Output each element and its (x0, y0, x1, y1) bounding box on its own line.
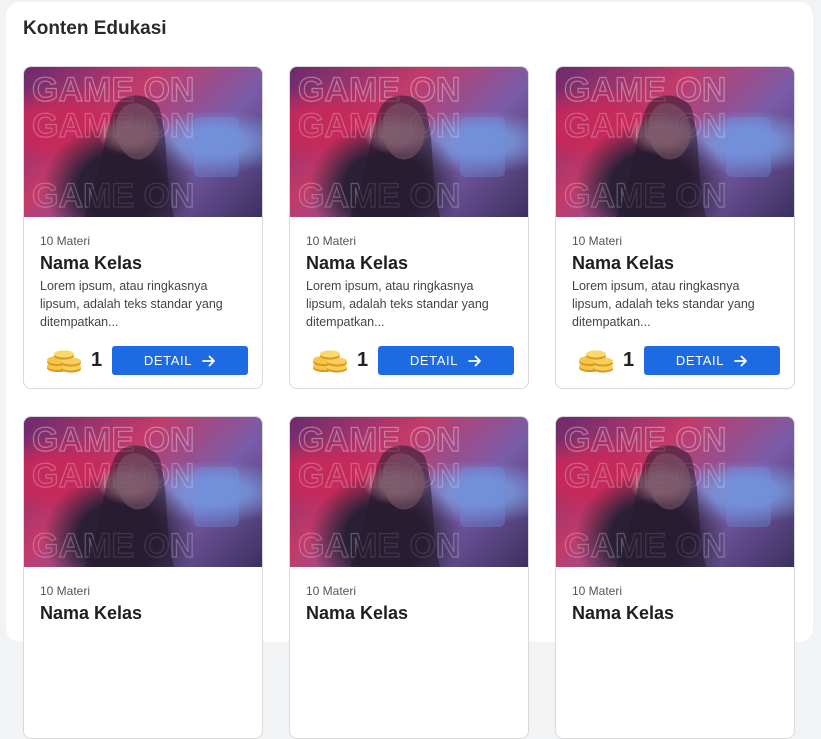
course-thumbnail: GAME ON GAME ON GAME ON (24, 67, 262, 217)
course-name: Nama Kelas (572, 253, 675, 273)
arrow-right-icon (468, 354, 482, 368)
thumb-watermark-text: GAME ON (298, 421, 460, 459)
course-description: Lorem ipsum, atau ringkasnya lipsum, ada… (572, 279, 755, 329)
detail-button[interactable]: DETAIL (112, 346, 248, 375)
thumb-watermark-text: GAME ON (564, 421, 726, 459)
arrow-right-icon (734, 354, 748, 368)
arrow-right-icon (202, 354, 216, 368)
course-description: Lorem ipsum, atau ringkasnya lipsum, ada… (306, 279, 489, 329)
materi-count: 10 Materi (306, 234, 357, 248)
materi-count: 10 Materi (40, 234, 91, 248)
course-name: Nama Kelas (40, 603, 143, 623)
points-value: 1 (91, 349, 103, 371)
course-card[interactable]: GAME ON GAME ON GAME ON 10 Materi Nama K… (289, 66, 529, 389)
materi-count: 10 Materi (572, 584, 623, 598)
course-card[interactable]: GAME ON GAME ON GAME ON 10 Materi Nama K… (555, 66, 795, 389)
course-name: Nama Kelas (40, 253, 143, 273)
course-name: Nama Kelas (572, 603, 675, 623)
materi-count: 10 Materi (40, 584, 91, 598)
course-card[interactable]: GAME ON GAME ON GAME ON 10 Materi Nama K… (289, 416, 529, 739)
course-name: Nama Kelas (306, 603, 409, 623)
detail-button[interactable]: DETAIL (378, 346, 514, 375)
thumb-watermark-text: GAME ON (32, 71, 194, 109)
course-thumbnail: GAME ON GAME ON GAME ON (290, 67, 528, 217)
points-value: 1 (623, 349, 635, 371)
points-value: 1 (357, 349, 369, 371)
course-thumbnail: GAME ON GAME ON GAME ON (556, 417, 794, 567)
detail-button[interactable]: DETAIL (644, 346, 780, 375)
course-description: Lorem ipsum, atau ringkasnya lipsum, ada… (40, 279, 223, 329)
course-card[interactable]: GAME ON GAME ON GAME ON 10 Materi Nama K… (555, 416, 795, 739)
thumb-watermark-text: GAME ON (298, 71, 460, 109)
section-title: Konten Edukasi (23, 18, 167, 39)
course-card[interactable]: GAME ON GAME ON GAME ON 10 Materi Nama K… (23, 66, 263, 389)
materi-count: 10 Materi (572, 234, 623, 248)
coin-stack-icon (576, 344, 616, 374)
thumb-watermark-text: GAME ON (564, 71, 726, 109)
coin-stack-icon (44, 344, 84, 374)
course-card[interactable]: GAME ON GAME ON GAME ON 10 Materi Nama K… (23, 416, 263, 739)
detail-button-label: DETAIL (143, 353, 193, 368)
detail-button-label: DETAIL (675, 353, 725, 368)
materi-count: 10 Materi (306, 584, 357, 598)
coin-stack-icon (310, 344, 350, 374)
thumb-watermark-text: GAME ON (32, 421, 194, 459)
detail-button-label: DETAIL (409, 353, 459, 368)
course-name: Nama Kelas (306, 253, 409, 273)
course-thumbnail: GAME ON GAME ON GAME ON (290, 417, 528, 567)
course-thumbnail: GAME ON GAME ON GAME ON (24, 417, 262, 567)
course-thumbnail: GAME ON GAME ON GAME ON (556, 67, 794, 217)
